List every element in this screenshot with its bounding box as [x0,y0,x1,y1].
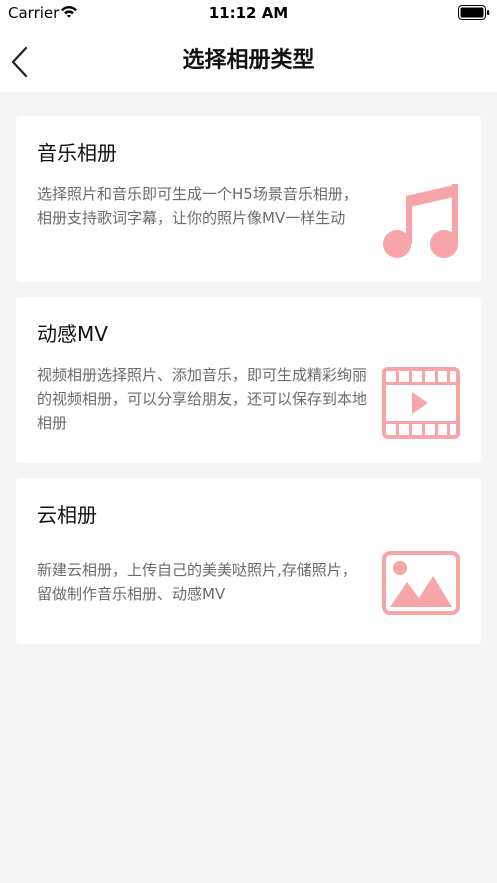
battery-icon [458,5,490,20]
card-description: 视频相册选择照片、添加音乐，即可生成精彩绚丽的视频相册，可以分享给朋友，还可以保… [37,366,368,432]
navigation-bar: 选择相册类型 [0,26,497,92]
card-description: 选择照片和音乐即可生成一个H5场景音乐相册，相册支持歌词字幕，让你的照片像MV一… [37,185,358,227]
music-note-icon [383,184,458,258]
card-dynamic-mv[interactable]: 动感MV 视频相册选择照片、添加音乐，即可生成精彩绚丽的视频相册，可以分享给朋友… [16,297,481,463]
card-description: 新建云相册，上传自己的美美哒照片,存储照片，留做制作音乐相册、动感MV [37,561,357,603]
card-title: 云相册 [37,503,97,527]
image-icon [382,551,460,615]
card-title: 音乐相册 [37,141,117,165]
video-film-icon [382,367,460,439]
card-cloud-album[interactable]: 云相册 新建云相册，上传自己的美美哒照片,存储照片，留做制作音乐相册、动感MV [16,478,481,644]
status-time: 11:12 AM [208,4,289,22]
card-music-album[interactable]: 音乐相册 选择照片和音乐即可生成一个H5场景音乐相册，相册支持歌词字幕，让你的照… [16,116,481,282]
page-title: 选择相册类型 [182,48,315,73]
card-title: 动感MV [37,322,108,346]
status-bar: Carrier 11:12 AM [0,0,497,26]
